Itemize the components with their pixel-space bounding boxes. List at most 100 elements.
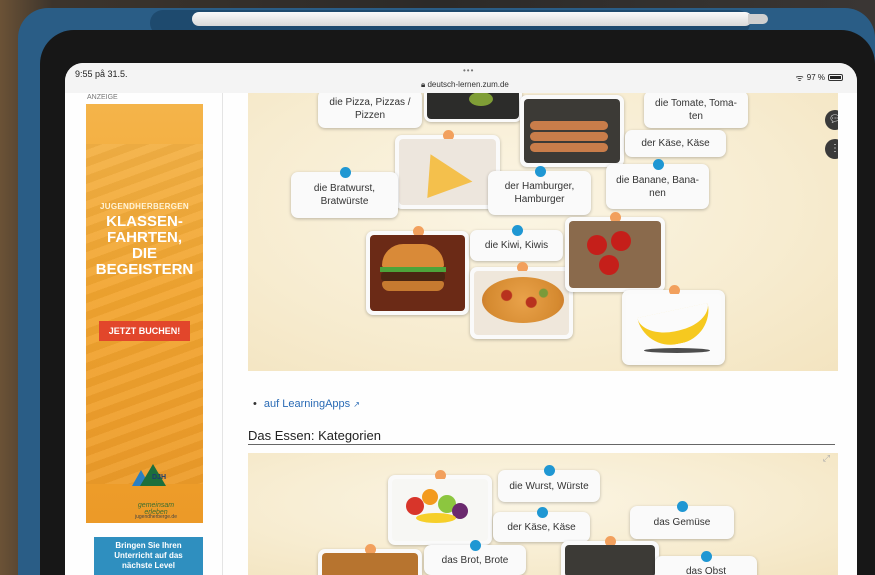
pin-icon bbox=[534, 166, 546, 177]
card-label: die Wurst, Würste bbox=[509, 480, 589, 492]
cheese-image bbox=[399, 139, 496, 205]
image-card-pizza[interactable] bbox=[470, 262, 573, 339]
card-label: das Obst bbox=[685, 565, 727, 575]
tomato-3 bbox=[599, 255, 619, 275]
cheese-wedge bbox=[413, 143, 473, 199]
expand-icon[interactable]: ⤢ bbox=[823, 453, 830, 464]
battery-icon bbox=[828, 74, 843, 81]
kiwi-image bbox=[427, 93, 519, 119]
learningapp-food-matching[interactable]: die Pizza, Pizzas / Pizzen die Tomate, T… bbox=[248, 93, 838, 371]
status-time: 9:55 på 31.5. bbox=[75, 69, 128, 79]
url-text: deutsch-lernen.zum.de bbox=[427, 80, 509, 89]
pin-icon bbox=[544, 465, 555, 476]
bullet: • bbox=[253, 398, 257, 410]
card-label: der Käse, Käse bbox=[641, 138, 710, 149]
card-label: die Banane, Bana- nen bbox=[616, 174, 699, 199]
learningapps-link-item: • auf LearningApps ↗ bbox=[253, 398, 360, 410]
ad-book-button[interactable]: JETZT BUCHEN! bbox=[99, 321, 190, 341]
sausage-image-2 bbox=[565, 545, 655, 575]
fruit-banana bbox=[416, 513, 456, 523]
status-indicators: ᯤ 97 % bbox=[796, 71, 843, 84]
burger-patty bbox=[381, 272, 445, 281]
image-card-banana[interactable] bbox=[622, 285, 725, 365]
web-page: ANZEIGE JUGENDHERBERGEN KLASSEN- FAHRTEN… bbox=[65, 93, 857, 575]
sausage-2 bbox=[530, 132, 608, 141]
card-label: die Tomate, Toma- ten bbox=[655, 97, 737, 122]
tablet-screen: 9:55 på 31.5. ••• 🔒︎ deutsch-lernen.zum.… bbox=[65, 63, 857, 575]
word-card-obst[interactable]: das Obst bbox=[655, 551, 757, 575]
battery-percentage: 97 % bbox=[806, 73, 825, 82]
burger-bun-bottom bbox=[382, 281, 444, 291]
word-card-tomato[interactable]: die Tomate, Toma- ten bbox=[644, 93, 748, 128]
word-card-pizza[interactable]: die Pizza, Pizzas / Pizzen bbox=[318, 93, 422, 128]
word-card-gemuese[interactable]: das Gemüse bbox=[630, 501, 734, 539]
pin-icon bbox=[701, 551, 712, 562]
column-divider bbox=[222, 93, 223, 575]
word-card-kiwi[interactable]: die Kiwi, Kiwis bbox=[470, 225, 563, 261]
second-ad-banner[interactable]: Bringen Sie Ihren Unterricht auf das näc… bbox=[94, 537, 203, 575]
card-label: die Bratwurst, Bratwürste bbox=[313, 183, 376, 207]
pin-icon bbox=[339, 167, 351, 178]
chat-bubbles-icon[interactable]: 💬︎ bbox=[825, 110, 838, 130]
card-label: das Brot, Brote bbox=[441, 554, 509, 566]
word-card-bratwurst[interactable]: die Bratwurst, Bratwürste bbox=[291, 167, 398, 218]
sausage-1 bbox=[530, 121, 608, 130]
status-bar: 9:55 på 31.5. ••• 🔒︎ deutsch-lernen.zum.… bbox=[65, 63, 857, 93]
card-label: der Käse, Käse bbox=[507, 521, 576, 533]
stylus-pencil bbox=[192, 12, 752, 26]
logo-text: DJH bbox=[152, 474, 167, 481]
stylus-tip bbox=[748, 14, 768, 24]
burger-bun-top bbox=[382, 244, 444, 268]
bread-image bbox=[322, 553, 418, 575]
second-ad-text: Bringen Sie Ihren Unterricht auf das näc… bbox=[114, 541, 183, 570]
fruit-apple bbox=[406, 497, 424, 515]
image-card-hamburger[interactable] bbox=[366, 226, 469, 315]
tomato-image bbox=[569, 221, 661, 288]
card-label: das Gemüse bbox=[653, 517, 711, 528]
more-vertical-icon[interactable]: ⋮ bbox=[825, 139, 838, 159]
tomato-1 bbox=[587, 235, 607, 255]
word-card-wurst[interactable]: die Wurst, Würste bbox=[498, 465, 600, 502]
word-card-cheese[interactable]: der Käse, Käse bbox=[625, 130, 726, 157]
image-card-fruit[interactable] bbox=[388, 470, 492, 545]
learningapp-food-categories[interactable]: ⤢ die Wurst, Würste das Gemüse der Käse,… bbox=[248, 453, 838, 575]
hamburger-image bbox=[370, 235, 465, 311]
card-label: die Pizza, Pizzas / Pizzen bbox=[329, 97, 411, 121]
word-card-brot[interactable]: das Brot, Brote bbox=[424, 540, 526, 575]
pin-icon bbox=[470, 540, 481, 551]
word-card-hamburger[interactable]: der Hamburger, Hamburger bbox=[488, 166, 591, 215]
card-label: die Kiwi, Kiwis bbox=[484, 240, 549, 251]
image-card-sausage[interactable] bbox=[561, 536, 659, 575]
section-heading: Das Essen: Kategorien bbox=[248, 428, 381, 443]
learningapps-link[interactable]: auf LearningApps bbox=[264, 398, 350, 410]
wifi-icon: ᯤ bbox=[795, 73, 804, 83]
image-card-kiwi[interactable] bbox=[424, 93, 522, 122]
card-label: der Hamburger, Hamburger bbox=[504, 181, 575, 205]
heading-underline bbox=[248, 444, 835, 445]
fruit-image bbox=[392, 479, 488, 541]
word-card-banana[interactable]: die Banane, Bana- nen bbox=[606, 159, 709, 209]
fruit-orange bbox=[422, 489, 438, 505]
sausage-3 bbox=[530, 143, 608, 152]
sausage-image bbox=[524, 99, 620, 163]
pin-icon bbox=[652, 159, 664, 170]
pin-icon bbox=[677, 501, 688, 512]
ad-subheading: JUGENDHERBERGEN bbox=[100, 202, 189, 211]
image-card-tomato[interactable] bbox=[565, 212, 665, 292]
logo-url: jugendherberge.de bbox=[135, 514, 177, 520]
ad-headline: KLASSEN- FAHRTEN, DIE BEGEISTERN bbox=[95, 213, 194, 278]
external-link-icon: ↗ bbox=[353, 400, 360, 409]
image-card-cheese[interactable] bbox=[395, 130, 500, 209]
address-bar-url[interactable]: 🔒︎ deutsch-lernen.zum.de bbox=[421, 80, 509, 90]
djh-logo: DJH gemeinsam erleben jugendherberge.de bbox=[126, 464, 181, 523]
ad-banner[interactable]: JUGENDHERBERGEN KLASSEN- FAHRTEN, DIE BE… bbox=[86, 104, 203, 523]
image-card-bratwurst[interactable] bbox=[520, 95, 624, 167]
pin-icon bbox=[536, 507, 548, 518]
pizza-shape bbox=[482, 277, 564, 323]
multitask-dots[interactable]: ••• bbox=[463, 66, 474, 75]
word-card-kaese[interactable]: der Käse, Käse bbox=[493, 507, 590, 542]
banana-shadow bbox=[644, 348, 710, 353]
image-card-bread[interactable] bbox=[318, 544, 422, 575]
banana-shape bbox=[637, 302, 715, 352]
banana-image bbox=[626, 294, 721, 361]
